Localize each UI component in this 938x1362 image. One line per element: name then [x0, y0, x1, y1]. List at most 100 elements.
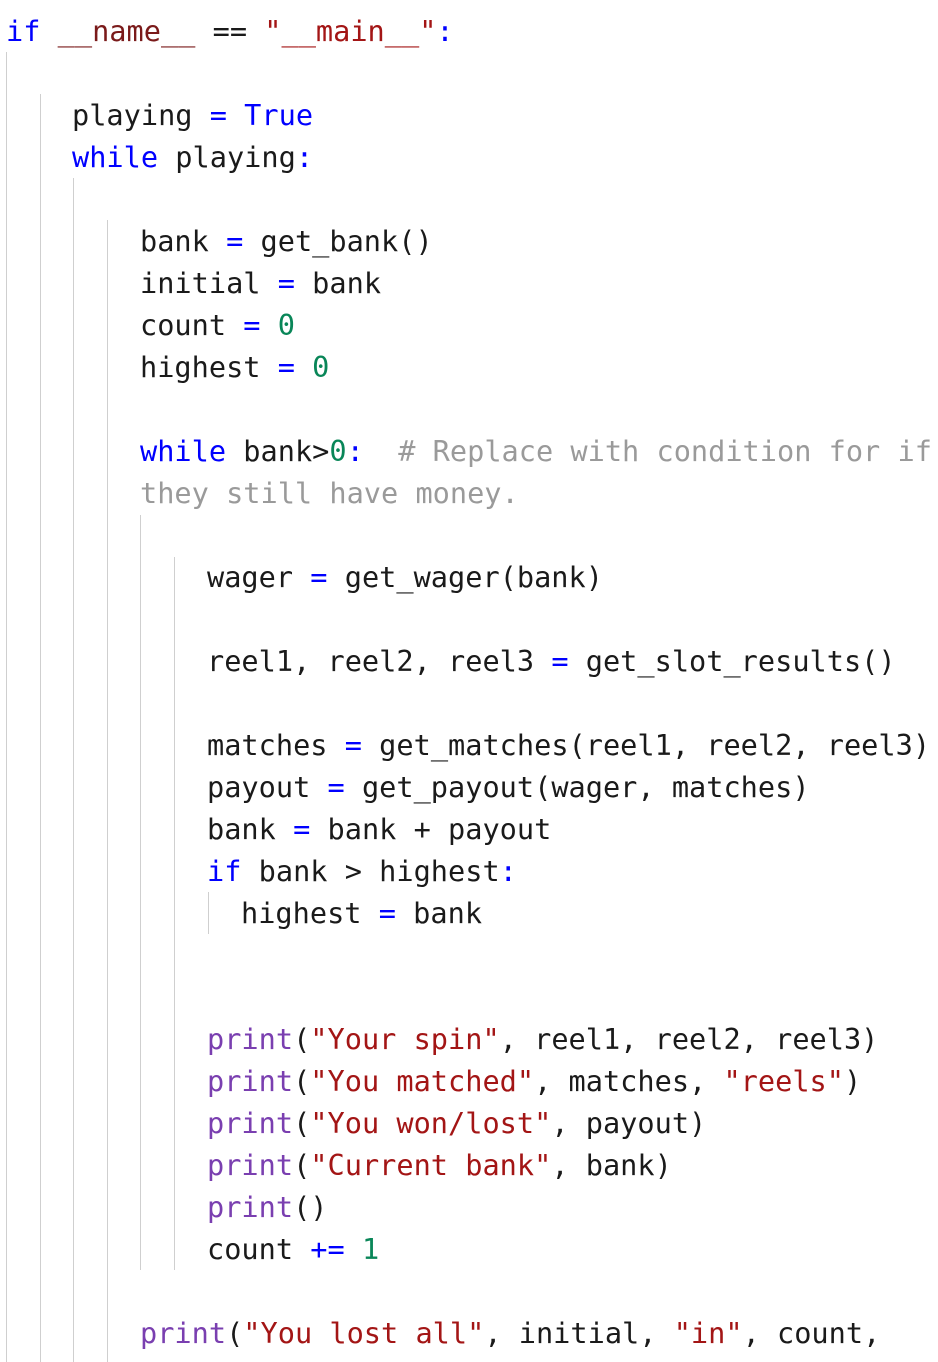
code-token: :: [436, 14, 454, 48]
code-line[interactable]: print("Your spin", reel1, reel2, reel3): [207, 1018, 878, 1060]
code-line[interactable]: print("You won/lost", payout): [207, 1102, 706, 1144]
code-token: get_bank(): [243, 224, 433, 258]
code-token: 1: [361, 1232, 380, 1266]
code-editor[interactable]: if __name__ == "__main__": playing = True…: [0, 0, 938, 1362]
code-token: get_wager(bank): [327, 560, 603, 594]
code-token: =: [327, 770, 345, 804]
code-token: (: [226, 1316, 244, 1350]
code-token: payout: [207, 770, 328, 804]
code-line[interactable]: print("Current bank", bank): [207, 1144, 672, 1186]
code-token: playing: [72, 98, 210, 132]
code-token: , matches,: [534, 1064, 724, 1098]
code-token: bank>: [226, 434, 330, 468]
code-token: "__main__": [264, 14, 437, 48]
code-line[interactable]: count += 1: [207, 1228, 379, 1270]
code-line[interactable]: reel1, reel2, reel3 = get_slot_results(): [207, 640, 896, 682]
code-token: print: [140, 1316, 227, 1350]
indent-guide: [6, 52, 7, 1362]
code-token: "You matched": [310, 1064, 535, 1098]
code-token: =: [310, 560, 328, 594]
code-line[interactable]: count = 0: [140, 304, 295, 346]
code-token: bank + payout: [310, 812, 552, 846]
indent-guide: [73, 178, 74, 1362]
code-token: get_matches(reel1, reel2, reel3): [361, 728, 931, 762]
code-token: =: [378, 896, 396, 930]
code-token: print: [207, 1148, 294, 1182]
code-token: count: [207, 1232, 311, 1266]
code-line[interactable]: matches = get_matches(reel1, reel2, reel…: [207, 724, 930, 766]
code-token: True: [244, 98, 314, 132]
code-token: bank: [294, 266, 382, 300]
code-token: =: [243, 308, 261, 342]
code-token: :: [295, 140, 314, 174]
code-token: (: [293, 1106, 311, 1140]
code-token: (: [293, 1148, 311, 1182]
code-line[interactable]: print("You matched", matches, "reels"): [207, 1060, 861, 1102]
code-token: print: [207, 1106, 294, 1140]
code-token: ==: [195, 14, 265, 48]
code-token: initial: [140, 266, 278, 300]
code-token: =: [277, 266, 295, 300]
code-line[interactable]: highest = bank: [241, 892, 482, 934]
indent-guide: [140, 515, 141, 1270]
code-line[interactable]: while bank>0: # Replace with condition f…: [140, 430, 932, 472]
code-token: playing: [158, 140, 296, 174]
code-token: "You lost all": [243, 1316, 485, 1350]
code-line[interactable]: print(): [207, 1186, 328, 1228]
code-token: ): [843, 1064, 862, 1098]
code-token: __name__: [57, 14, 196, 48]
code-line[interactable]: wager = get_wager(bank): [207, 556, 603, 598]
code-token: reel1, reel2, reel3: [207, 644, 552, 678]
code-token: +=: [310, 1232, 345, 1266]
code-token: print: [207, 1190, 294, 1224]
code-line[interactable]: if bank > highest:: [207, 850, 517, 892]
code-token: "Your spin": [310, 1022, 500, 1056]
code-token: count: [140, 308, 244, 342]
code-token: , initial,: [484, 1316, 674, 1350]
code-token: 0: [312, 350, 330, 384]
code-token: while: [140, 434, 227, 468]
code-token: =: [209, 98, 227, 132]
indent-guide: [107, 220, 108, 1362]
code-line[interactable]: playing = True: [72, 94, 313, 136]
code-token: (): [293, 1190, 328, 1224]
code-token: get_payout(wager, matches): [344, 770, 810, 804]
code-token: if: [6, 14, 41, 48]
code-token: , count,: [742, 1316, 881, 1350]
code-line[interactable]: bank = get_bank(): [140, 220, 433, 262]
code-token: =: [277, 350, 295, 384]
code-line[interactable]: highest = 0: [140, 346, 329, 388]
code-token: bank: [207, 812, 294, 846]
code-token: , bank): [551, 1148, 672, 1182]
code-token: =: [226, 224, 244, 258]
code-token: (: [293, 1064, 311, 1098]
code-token: wager: [207, 560, 311, 594]
indent-guide: [174, 557, 175, 1270]
code-line[interactable]: they still have money.: [140, 472, 519, 514]
indent-guide: [40, 94, 41, 1362]
code-token: =: [293, 812, 311, 846]
code-token: "reels": [723, 1064, 844, 1098]
code-token: bank: [395, 896, 483, 930]
code-token: "You won/lost": [310, 1106, 552, 1140]
code-token: 0: [277, 308, 295, 342]
code-token: "in": [673, 1316, 743, 1350]
code-line[interactable]: payout = get_payout(wager, matches): [207, 766, 810, 808]
code-token: print: [207, 1064, 294, 1098]
code-token: get_slot_results(): [568, 644, 896, 678]
code-token: (: [293, 1022, 311, 1056]
code-line[interactable]: print("You lost all", initial, "in", cou…: [140, 1312, 880, 1354]
code-token: :: [346, 434, 364, 468]
code-token: print: [207, 1022, 294, 1056]
code-line[interactable]: initial = bank: [140, 262, 381, 304]
code-line[interactable]: bank = bank + payout: [207, 808, 551, 850]
code-line[interactable]: while playing:: [72, 136, 313, 178]
code-token: "Current bank": [310, 1148, 552, 1182]
code-line[interactable]: if __name__ == "__main__":: [6, 10, 454, 52]
